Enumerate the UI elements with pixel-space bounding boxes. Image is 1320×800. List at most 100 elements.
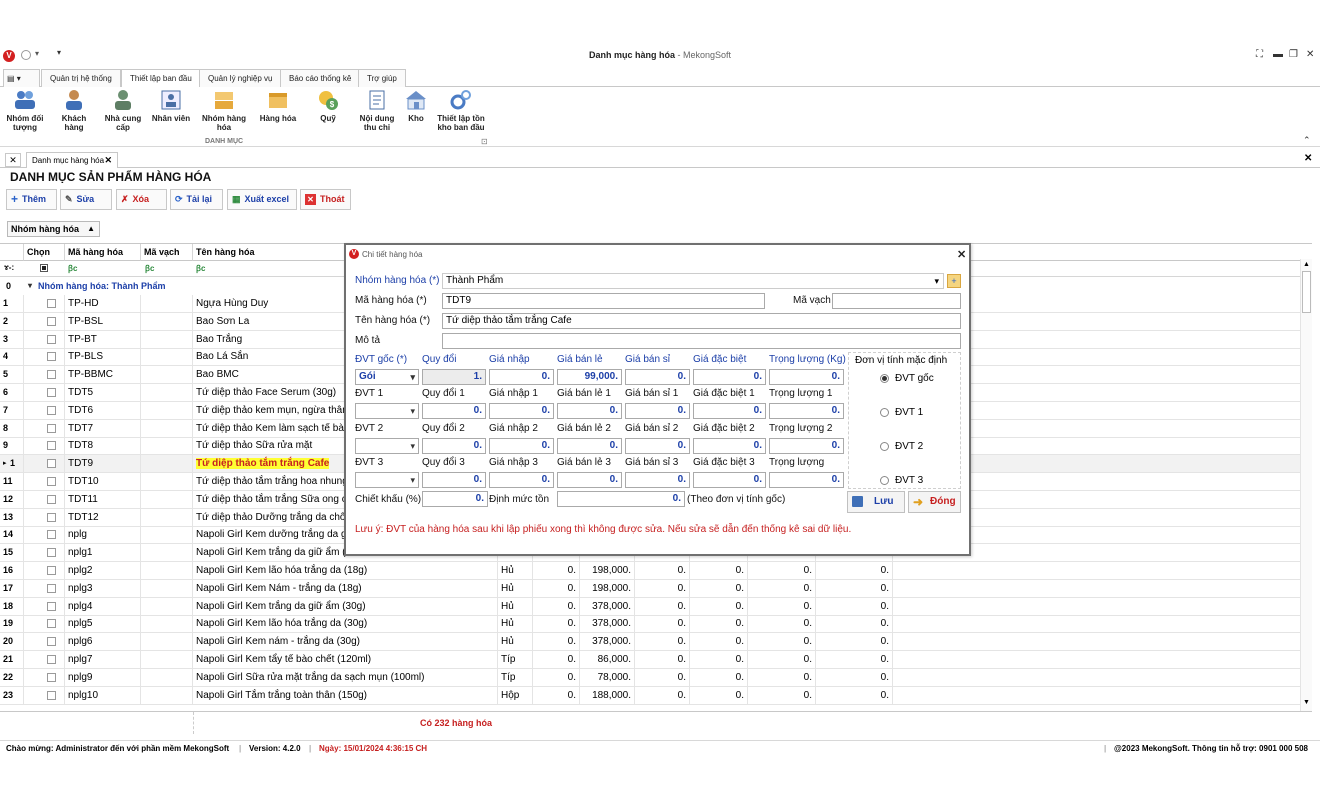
table-row[interactable]: 16 nplg2 Napoli Girl Kem lão hóa trắng da … [0,562,1312,580]
scroll-thumb[interactable] [1302,271,1311,313]
edit-button[interactable]: ✎ Sửa [60,189,112,210]
table-row[interactable]: 22 nplg9 Napoli Girl Sữa rửa mặt trắng da … [0,668,1312,687]
scroll-down-icon[interactable]: ▼ [1303,699,1310,706]
row-checkbox[interactable] [47,441,56,451]
tab-danh-muc-hang-hoa[interactable]: Danh mục hàng hóa ✕ [26,152,118,168]
tab-bao-cao-thong-ke[interactable]: Báo cáo thống kê [280,69,361,87]
base-unit-input[interactable]: 99,000. [557,369,622,385]
tab-quan-ly-nghiep-vu[interactable]: Quản lý nghiệp vụ [199,69,282,87]
table-row[interactable]: 17 nplg3 Napoli Girl Kem Nám - trắng da (1… [0,579,1312,598]
unit-input[interactable]: 0. [422,472,486,488]
reload-button[interactable]: ⟳ Tải lại [170,189,223,210]
minimize-icon[interactable]: ▬ [1273,49,1283,60]
close-button[interactable]: ➜ Đóng [908,491,961,513]
row-checkbox[interactable] [47,388,56,397]
row-checkbox[interactable] [47,601,56,611]
dialog-close-icon[interactable]: ✕ [957,245,966,265]
table-row[interactable]: 18 nplg4 Napoli Girl Kem trắng da giữ ẩm (… [0,597,1312,616]
add-group-icon[interactable]: + [947,274,961,288]
mavach-input[interactable] [832,293,961,309]
close-window-icon[interactable]: ✕ [1306,49,1314,60]
ribbon-quy-button[interactable]: $ Quỹ [312,89,344,123]
unit-input[interactable]: 0. [625,472,690,488]
unit-input[interactable]: 0. [422,403,486,419]
filter-barcode-icon[interactable]: ꞵc [145,263,155,274]
row-checkbox[interactable] [47,637,56,647]
base-unit-input[interactable]: 0. [625,369,690,385]
row-checkbox[interactable] [47,566,56,575]
unit-input[interactable]: 0. [693,472,766,488]
unit-select[interactable] [355,403,419,419]
row-checkbox[interactable] [47,370,56,380]
ribbon-nhan-vien-button[interactable]: Nhân viên [150,89,192,123]
table-row[interactable]: 23 nplg10 Napoli Girl Tắm trắng toàn thân … [0,686,1312,705]
table-row[interactable]: 20 nplg6 Napoli Girl Kem nám - trắng da (3… [0,633,1312,652]
unit-input[interactable]: 0. [693,403,766,419]
ribbon-khach-hang-button[interactable]: Khách hàng [56,89,92,132]
filter-code-icon[interactable]: ꞵc [68,263,78,274]
group-expand-icon[interactable]: ⊡ [481,137,488,146]
row-checkbox[interactable] [47,512,56,522]
group-by-chip[interactable]: Nhóm hàng hóa ▲ [7,221,100,237]
row-checkbox[interactable] [47,316,56,326]
ribbon-kho-button[interactable]: Kho [403,89,429,123]
delete-button[interactable]: ✗ Xóa [116,189,167,210]
exit-button[interactable]: ✕ Thoát [300,189,351,210]
base-unit-input[interactable]: 0. [769,369,844,385]
collapse-group-icon[interactable]: ▾ [28,278,32,294]
row-checkbox[interactable] [47,655,56,664]
row-checkbox[interactable] [47,619,56,629]
header-chon[interactable]: Chọn [24,244,65,261]
scroll-up-icon[interactable]: ▲ [1303,261,1310,268]
unit-input[interactable]: 0. [489,403,554,419]
base-unit-select[interactable]: Gói [355,369,419,385]
row-checkbox[interactable] [47,299,56,308]
file-menu-button[interactable]: ▤ ▾ [3,69,40,87]
unit-input[interactable]: 0. [693,437,766,454]
ribbon-hang-hoa-button[interactable]: Hàng hóa [256,89,300,123]
vertical-scrollbar[interactable]: ▲ ▼ [1300,259,1312,711]
add-button[interactable]: + Thêm [6,189,57,210]
ribbon-nha-cung-cap-button[interactable]: Nhà cung cấp [100,89,146,132]
ribbon-noi-dung-thu-chi-button[interactable]: Nội dung thu chi [356,89,398,132]
mota-input[interactable] [442,333,961,349]
row-checkbox[interactable] [47,672,56,682]
select-all-checkbox[interactable] [40,264,48,272]
unit-input[interactable]: 0. [489,472,554,488]
nhom-select[interactable]: Thành Phẩm ▾ [442,273,944,289]
ma-input[interactable]: TDT9 [442,293,765,309]
unit-input[interactable]: 0. [625,437,690,454]
fullscreen-icon[interactable]: ⛶ [1256,49,1263,60]
row-checkbox[interactable] [47,583,56,593]
row-checkbox[interactable] [47,477,56,486]
close-all-tabs-icon[interactable]: ✕ [5,153,21,167]
unit-input[interactable]: 0. [489,437,554,454]
base-unit-input[interactable]: 1. [422,369,486,385]
dinhmuc-input[interactable]: 0. [557,491,685,507]
close-document-icon[interactable]: ✕ [1304,153,1312,164]
save-button[interactable]: Lưu [847,491,905,513]
row-checkbox[interactable] [47,690,56,700]
unit-select[interactable] [355,437,419,454]
header-ma-hang-hoa[interactable]: Mã hàng hóa [65,244,141,261]
row-checkbox[interactable] [47,405,56,415]
row-checkbox[interactable] [47,352,56,362]
unit-input[interactable]: 0. [769,437,844,454]
ribbon-nhom-doi-tuong-button[interactable]: Nhóm đối tượng [3,89,47,132]
row-checkbox[interactable] [47,494,56,504]
unit-input[interactable]: 0. [625,403,690,419]
row-checkbox[interactable] [47,334,56,344]
close-tab-icon[interactable]: ✕ [104,153,112,168]
row-checkbox[interactable] [47,459,56,469]
chietkhau-input[interactable]: 0. [422,491,488,507]
unit-input[interactable]: 0. [769,403,844,419]
ribbon-nhom-hang-hoa-button[interactable]: Nhóm hàng hóa [200,89,248,132]
tab-thiet-lap-ban-dau[interactable]: Thiết lập ban đầu [121,69,201,88]
unit-input[interactable]: 0. [769,472,844,488]
table-row[interactable]: 19 nplg5 Napoli Girl Kem lão hóa trắng da … [0,615,1312,634]
unit-select[interactable] [355,472,419,488]
table-row[interactable]: 21 nplg7 Napoli Girl Kem tẩy tế bào chết (… [0,651,1312,669]
ten-input[interactable]: Tứ diệp thảo tắm trắng Cafe [442,313,961,329]
row-checkbox[interactable] [47,530,56,540]
unit-input[interactable]: 0. [557,472,622,488]
